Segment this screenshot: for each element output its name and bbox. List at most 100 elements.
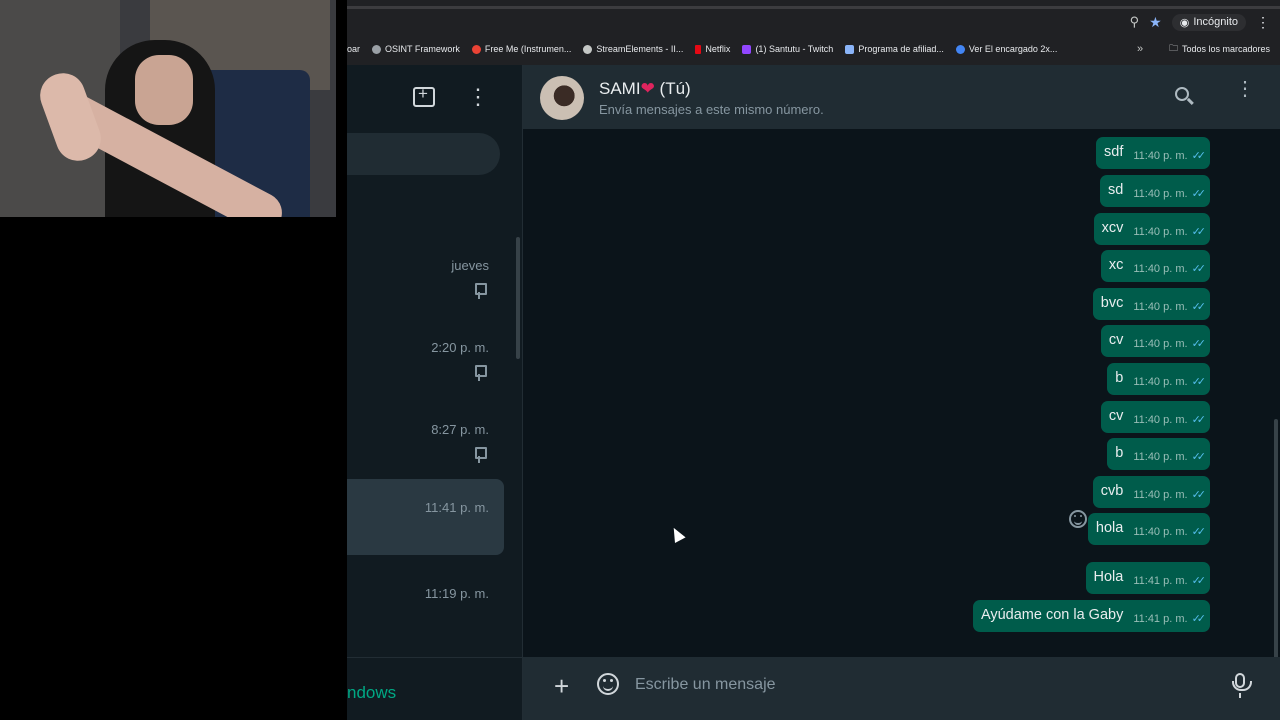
menu-icon[interactable]: ⋮	[1235, 79, 1255, 99]
bookmark-item[interactable]: OSINT Framework	[372, 44, 460, 54]
webcam-overlay	[0, 0, 336, 217]
chat-list-scrollbar[interactable]	[516, 237, 520, 359]
chat-list-item-active[interactable]: 11:41 p. m.	[347, 479, 504, 555]
message-time: 11:40 p. m.	[1133, 262, 1188, 275]
zoom-icon[interactable]: ⚲	[1130, 14, 1140, 30]
divider	[347, 657, 523, 658]
bookmark-label: Free Me (Instrumen...	[484, 44, 572, 54]
message-bubble-outgoing[interactable]: bvc 11:40 p. m. ✓✓	[1092, 288, 1210, 320]
message-text: xc	[1108, 257, 1124, 273]
message-text: xcv	[1101, 220, 1124, 236]
chat-list-item[interactable]: 8:27 p. m.	[347, 411, 504, 487]
message-bubble-outgoing[interactable]: sdf 11:40 p. m. ✓✓	[1096, 137, 1210, 169]
attach-plus-icon[interactable]: +	[554, 671, 569, 702]
chat-list-item[interactable]: 11:19 p. m.	[347, 575, 504, 651]
message-bubble-outgoing[interactable]: sd 11:40 p. m. ✓✓	[1100, 175, 1210, 207]
browser-menu-icon[interactable]: ⋮	[1256, 14, 1270, 31]
windows-promo-text[interactable]: ndows	[347, 683, 396, 703]
new-chat-icon[interactable]	[413, 84, 435, 107]
chat-list-item[interactable]: jueves	[347, 247, 504, 323]
react-emoji-icon[interactable]	[1069, 510, 1087, 528]
message-input[interactable]	[635, 671, 1215, 699]
incognito-badge[interactable]: ◉ Incógnito	[1171, 13, 1246, 31]
incognito-label: Incógnito	[1193, 16, 1238, 28]
favicon-icon	[583, 44, 593, 54]
message-time: 11:41 p. m.	[1133, 574, 1188, 587]
message-time: 11:40 p. m.	[1133, 187, 1188, 200]
message-time: 11:41 p. m.	[1133, 612, 1188, 625]
message-meta: 11:40 p. m. ✓✓	[1133, 488, 1206, 502]
bookmark-item[interactable]: Ver El encargado 2x...	[955, 44, 1058, 54]
favicon-icon	[955, 44, 965, 54]
bookmark-label: Ver El encargado 2x...	[968, 44, 1058, 54]
message-time: 11:40 p. m.	[1133, 225, 1188, 238]
message-bubble-outgoing[interactable]: cv 11:40 p. m. ✓✓	[1100, 401, 1210, 433]
message-bubble-outgoing[interactable]: Ayúdame con la Gaby 11:41 p. m. ✓✓	[972, 600, 1210, 632]
message-meta: 11:40 p. m. ✓✓	[1133, 187, 1207, 201]
bookmark-item[interactable]: (1) Santutu - Twitch	[742, 44, 833, 54]
incognito-icon: ◉	[1179, 16, 1190, 29]
message-time: 11:40 p. m.	[1133, 450, 1188, 463]
bookmark-item[interactable]: Netflix	[695, 44, 730, 54]
message-bubble-outgoing[interactable]: cv 11:40 p. m. ✓✓	[1100, 325, 1210, 357]
double-check-icon: ✓✓	[1191, 526, 1207, 538]
bookmark-item[interactable]: StreamElements - II...	[583, 44, 683, 54]
chat-search-input[interactable]	[347, 133, 500, 175]
bookmark-item[interactable]: Programa de afiliad...	[845, 44, 944, 54]
message-text: cvb	[1100, 483, 1124, 499]
message-bubble-outgoing[interactable]: xc 11:40 p. m. ✓✓	[1100, 250, 1210, 282]
message-bubble-outgoing[interactable]: b 11:40 p. m. ✓✓	[1107, 438, 1210, 470]
double-check-icon: ✓✓	[1191, 263, 1207, 275]
microphone-icon-stem	[1239, 693, 1241, 698]
message-time: 11:40 p. m.	[1133, 300, 1188, 313]
netflix-icon	[695, 44, 702, 54]
mouse-cursor-icon	[668, 525, 686, 543]
message-text: b	[1115, 445, 1124, 461]
webcam-face	[135, 55, 193, 125]
bookmark-label: Programa de afiliad...	[858, 44, 944, 54]
bookmark-label: (1) Santutu - Twitch	[755, 44, 834, 54]
chat-time: jueves	[451, 258, 489, 273]
contact-name: SAMI❤ (Tú)	[599, 79, 691, 99]
chat-time: 11:19 p. m.	[424, 586, 489, 601]
message-bubble-outgoing[interactable]: hola 11:40 p. m. ✓✓	[1087, 513, 1210, 545]
message-meta: 11:40 p. m. ✓✓	[1133, 413, 1206, 427]
message-bubble-outgoing[interactable]: xcv 11:40 p. m. ✓✓	[1093, 213, 1210, 245]
message-meta: 11:41 p. m. ✓✓	[1133, 612, 1206, 626]
bookmark-item[interactable]: oar	[347, 44, 360, 54]
avatar[interactable]	[540, 76, 584, 120]
bookmark-star-icon[interactable]: ★	[1149, 14, 1162, 31]
message-meta: 11:40 p. m. ✓✓	[1133, 149, 1206, 163]
all-bookmarks-button[interactable]: 🗀 Todos los marcadores	[1169, 41, 1270, 57]
conversation-header[interactable]: SAMI❤ (Tú) Envía mensajes a este mismo n…	[523, 65, 1280, 129]
menu-icon[interactable]: ⋮	[467, 86, 489, 108]
double-check-icon: ✓✓	[1191, 338, 1207, 350]
message-text: hola	[1095, 520, 1124, 536]
chat-list-item[interactable]: 2:20 p. m.	[347, 329, 504, 405]
contact-name-suffix: (Tú)	[659, 79, 691, 98]
message-text: sdf	[1104, 144, 1124, 160]
more-bookmarks-icon[interactable]: »	[1137, 43, 1143, 55]
favicon-icon	[845, 44, 855, 54]
double-check-icon: ✓✓	[1191, 188, 1207, 200]
bookmark-item[interactable]: Free Me (Instrumen...	[471, 44, 572, 54]
message-time: 11:40 p. m.	[1133, 375, 1188, 388]
message-meta: 11:40 p. m. ✓✓	[1133, 450, 1206, 464]
emoji-sticker-icon[interactable]	[597, 673, 619, 695]
twitch-icon	[742, 44, 752, 54]
double-check-icon: ✓✓	[1191, 301, 1207, 313]
message-time: 11:40 p. m.	[1133, 149, 1188, 162]
chat-list-header-actions: ⋮	[413, 84, 489, 108]
message-bubble-outgoing[interactable]: cvb 11:40 p. m. ✓✓	[1092, 476, 1210, 508]
microphone-icon[interactable]	[1232, 673, 1252, 691]
heart-icon: ❤	[640, 79, 655, 98]
message-text: sd	[1108, 182, 1124, 198]
search-icon[interactable]	[1175, 87, 1194, 105]
all-bookmarks-label: Todos los marcadores	[1182, 44, 1271, 54]
address-bar[interactable]	[347, 6, 1280, 9]
message-bubble-outgoing[interactable]: Hola 11:41 p. m. ✓✓	[1085, 562, 1210, 594]
message-text: cv	[1108, 408, 1124, 424]
message-time: 11:40 p. m.	[1133, 337, 1188, 350]
message-bubble-outgoing[interactable]: b 11:40 p. m. ✓✓	[1107, 363, 1210, 395]
message-meta: 11:40 p. m. ✓✓	[1133, 525, 1207, 539]
